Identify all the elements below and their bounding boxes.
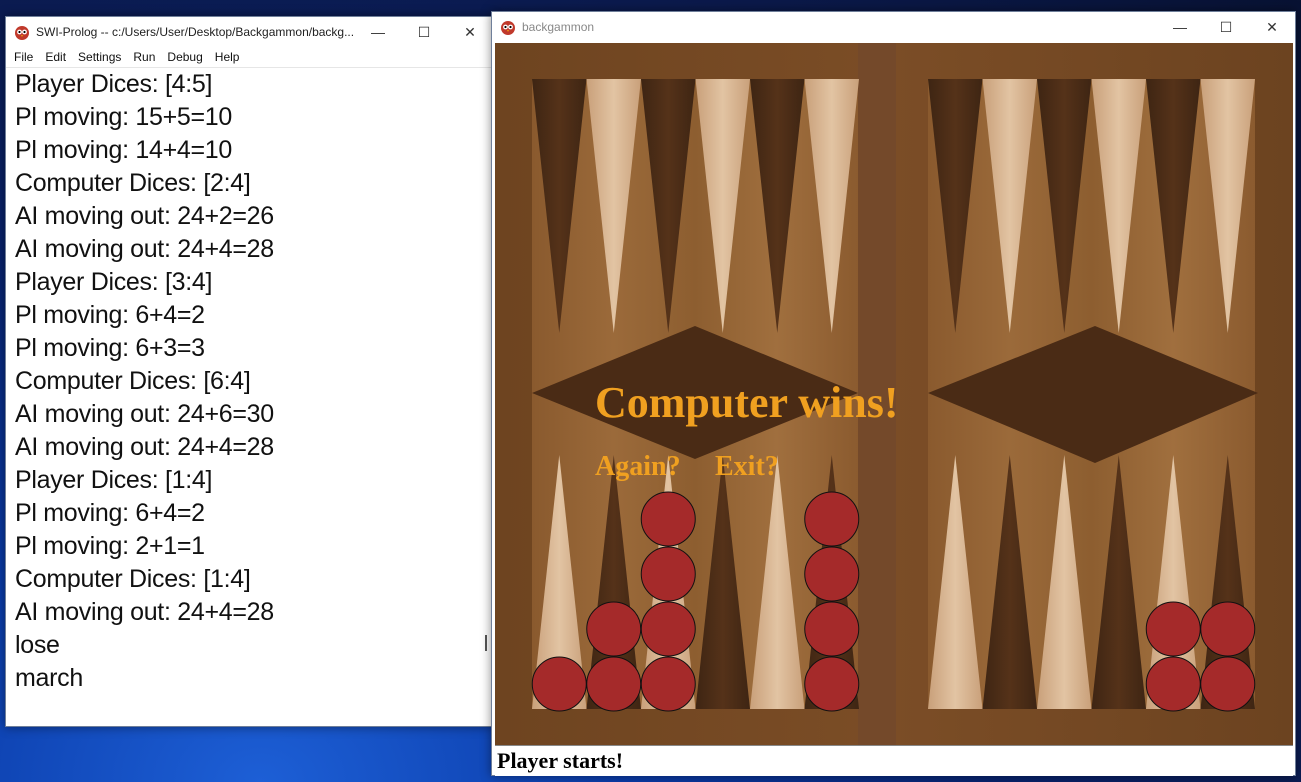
checker[interactable] xyxy=(531,656,587,712)
game-titlebar[interactable]: backgammon — ☐ ✕ xyxy=(492,12,1295,42)
console-line: march xyxy=(15,664,83,692)
result-text: Computer wins! xyxy=(595,378,899,427)
checker[interactable] xyxy=(1200,656,1256,712)
backgammon-window: backgammon — ☐ ✕ Computer wins! Again? E… xyxy=(491,11,1296,776)
menu-edit[interactable]: Edit xyxy=(39,50,72,64)
console-line: Pl moving: 6+4=2 xyxy=(15,499,205,527)
console-line: Pl moving: 6+4=2 xyxy=(15,301,205,329)
checker[interactable] xyxy=(586,656,642,712)
checker[interactable] xyxy=(586,601,642,657)
maximize-button[interactable]: ☐ xyxy=(401,17,447,47)
checker[interactable] xyxy=(1145,601,1201,657)
game-title: backgammon xyxy=(522,20,595,34)
console-line: lose xyxy=(15,631,60,659)
console-title: SWI-Prolog -- c:/Users/User/Desktop/Back… xyxy=(36,25,355,39)
console-line: Computer Dices: [6:4] xyxy=(15,367,251,395)
menu-file[interactable]: File xyxy=(8,50,39,64)
board-canvas[interactable]: Computer wins! Again? Exit? xyxy=(495,43,1293,745)
console-line: Player Dices: [4:5] xyxy=(15,70,213,98)
console-line: Computer Dices: [1:4] xyxy=(15,565,251,593)
console-line: AI moving out: 24+4=28 xyxy=(15,235,274,263)
maximize-button[interactable]: ☐ xyxy=(1203,12,1249,42)
checker[interactable] xyxy=(804,601,860,657)
console-line: Player Dices: [1:4] xyxy=(15,466,213,494)
console-line: Pl moving: 15+5=10 xyxy=(15,103,232,131)
menu-settings[interactable]: Settings xyxy=(72,50,127,64)
checker[interactable] xyxy=(804,491,860,547)
console-line: AI moving out: 24+2=26 xyxy=(15,202,274,230)
menu-debug[interactable]: Debug xyxy=(161,50,208,64)
console-line: AI moving out: 24+6=30 xyxy=(15,400,274,428)
scrollbar-thumb[interactable] xyxy=(485,635,487,651)
checker[interactable] xyxy=(640,491,696,547)
console-titlebar[interactable]: SWI-Prolog -- c:/Users/User/Desktop/Back… xyxy=(6,17,493,47)
exit-button[interactable]: Exit? xyxy=(715,451,779,482)
console-line: Player Dices: [3:4] xyxy=(15,268,213,296)
console-line: Pl moving: 14+4=10 xyxy=(15,136,232,164)
console-menubar: File Edit Settings Run Debug Help xyxy=(6,47,493,68)
again-button[interactable]: Again? xyxy=(595,451,681,482)
owl-icon xyxy=(15,26,29,40)
status-bar: Player starts! xyxy=(495,745,1293,776)
checker[interactable] xyxy=(1145,656,1201,712)
console-line: Computer Dices: [2:4] xyxy=(15,169,251,197)
console-line: Pl moving: 6+3=3 xyxy=(15,334,205,362)
checker[interactable] xyxy=(804,656,860,712)
checker[interactable] xyxy=(640,656,696,712)
status-text: Player starts! xyxy=(497,748,624,773)
backgammon-board[interactable]: Computer wins! Again? Exit? xyxy=(495,43,1293,745)
prolog-console-window: SWI-Prolog -- c:/Users/User/Desktop/Back… xyxy=(5,16,494,727)
console-line: AI moving out: 24+4=28 xyxy=(15,598,274,626)
console-line: Pl moving: 2+1=1 xyxy=(15,532,205,560)
close-button[interactable]: ✕ xyxy=(1249,12,1295,42)
checker[interactable] xyxy=(1200,601,1256,657)
checker[interactable] xyxy=(640,546,696,602)
checker[interactable] xyxy=(804,546,860,602)
menu-help[interactable]: Help xyxy=(209,50,246,64)
checker[interactable] xyxy=(640,601,696,657)
console-output[interactable]: Player Dices: [4:5] Pl moving: 15+5=10 Pl … xyxy=(6,68,479,726)
menu-run[interactable]: Run xyxy=(127,50,161,64)
minimize-button[interactable]: — xyxy=(1157,12,1203,42)
close-button[interactable]: ✕ xyxy=(447,17,493,47)
owl-icon xyxy=(501,21,515,35)
minimize-button[interactable]: — xyxy=(355,17,401,47)
console-line: AI moving out: 24+4=28 xyxy=(15,433,274,461)
